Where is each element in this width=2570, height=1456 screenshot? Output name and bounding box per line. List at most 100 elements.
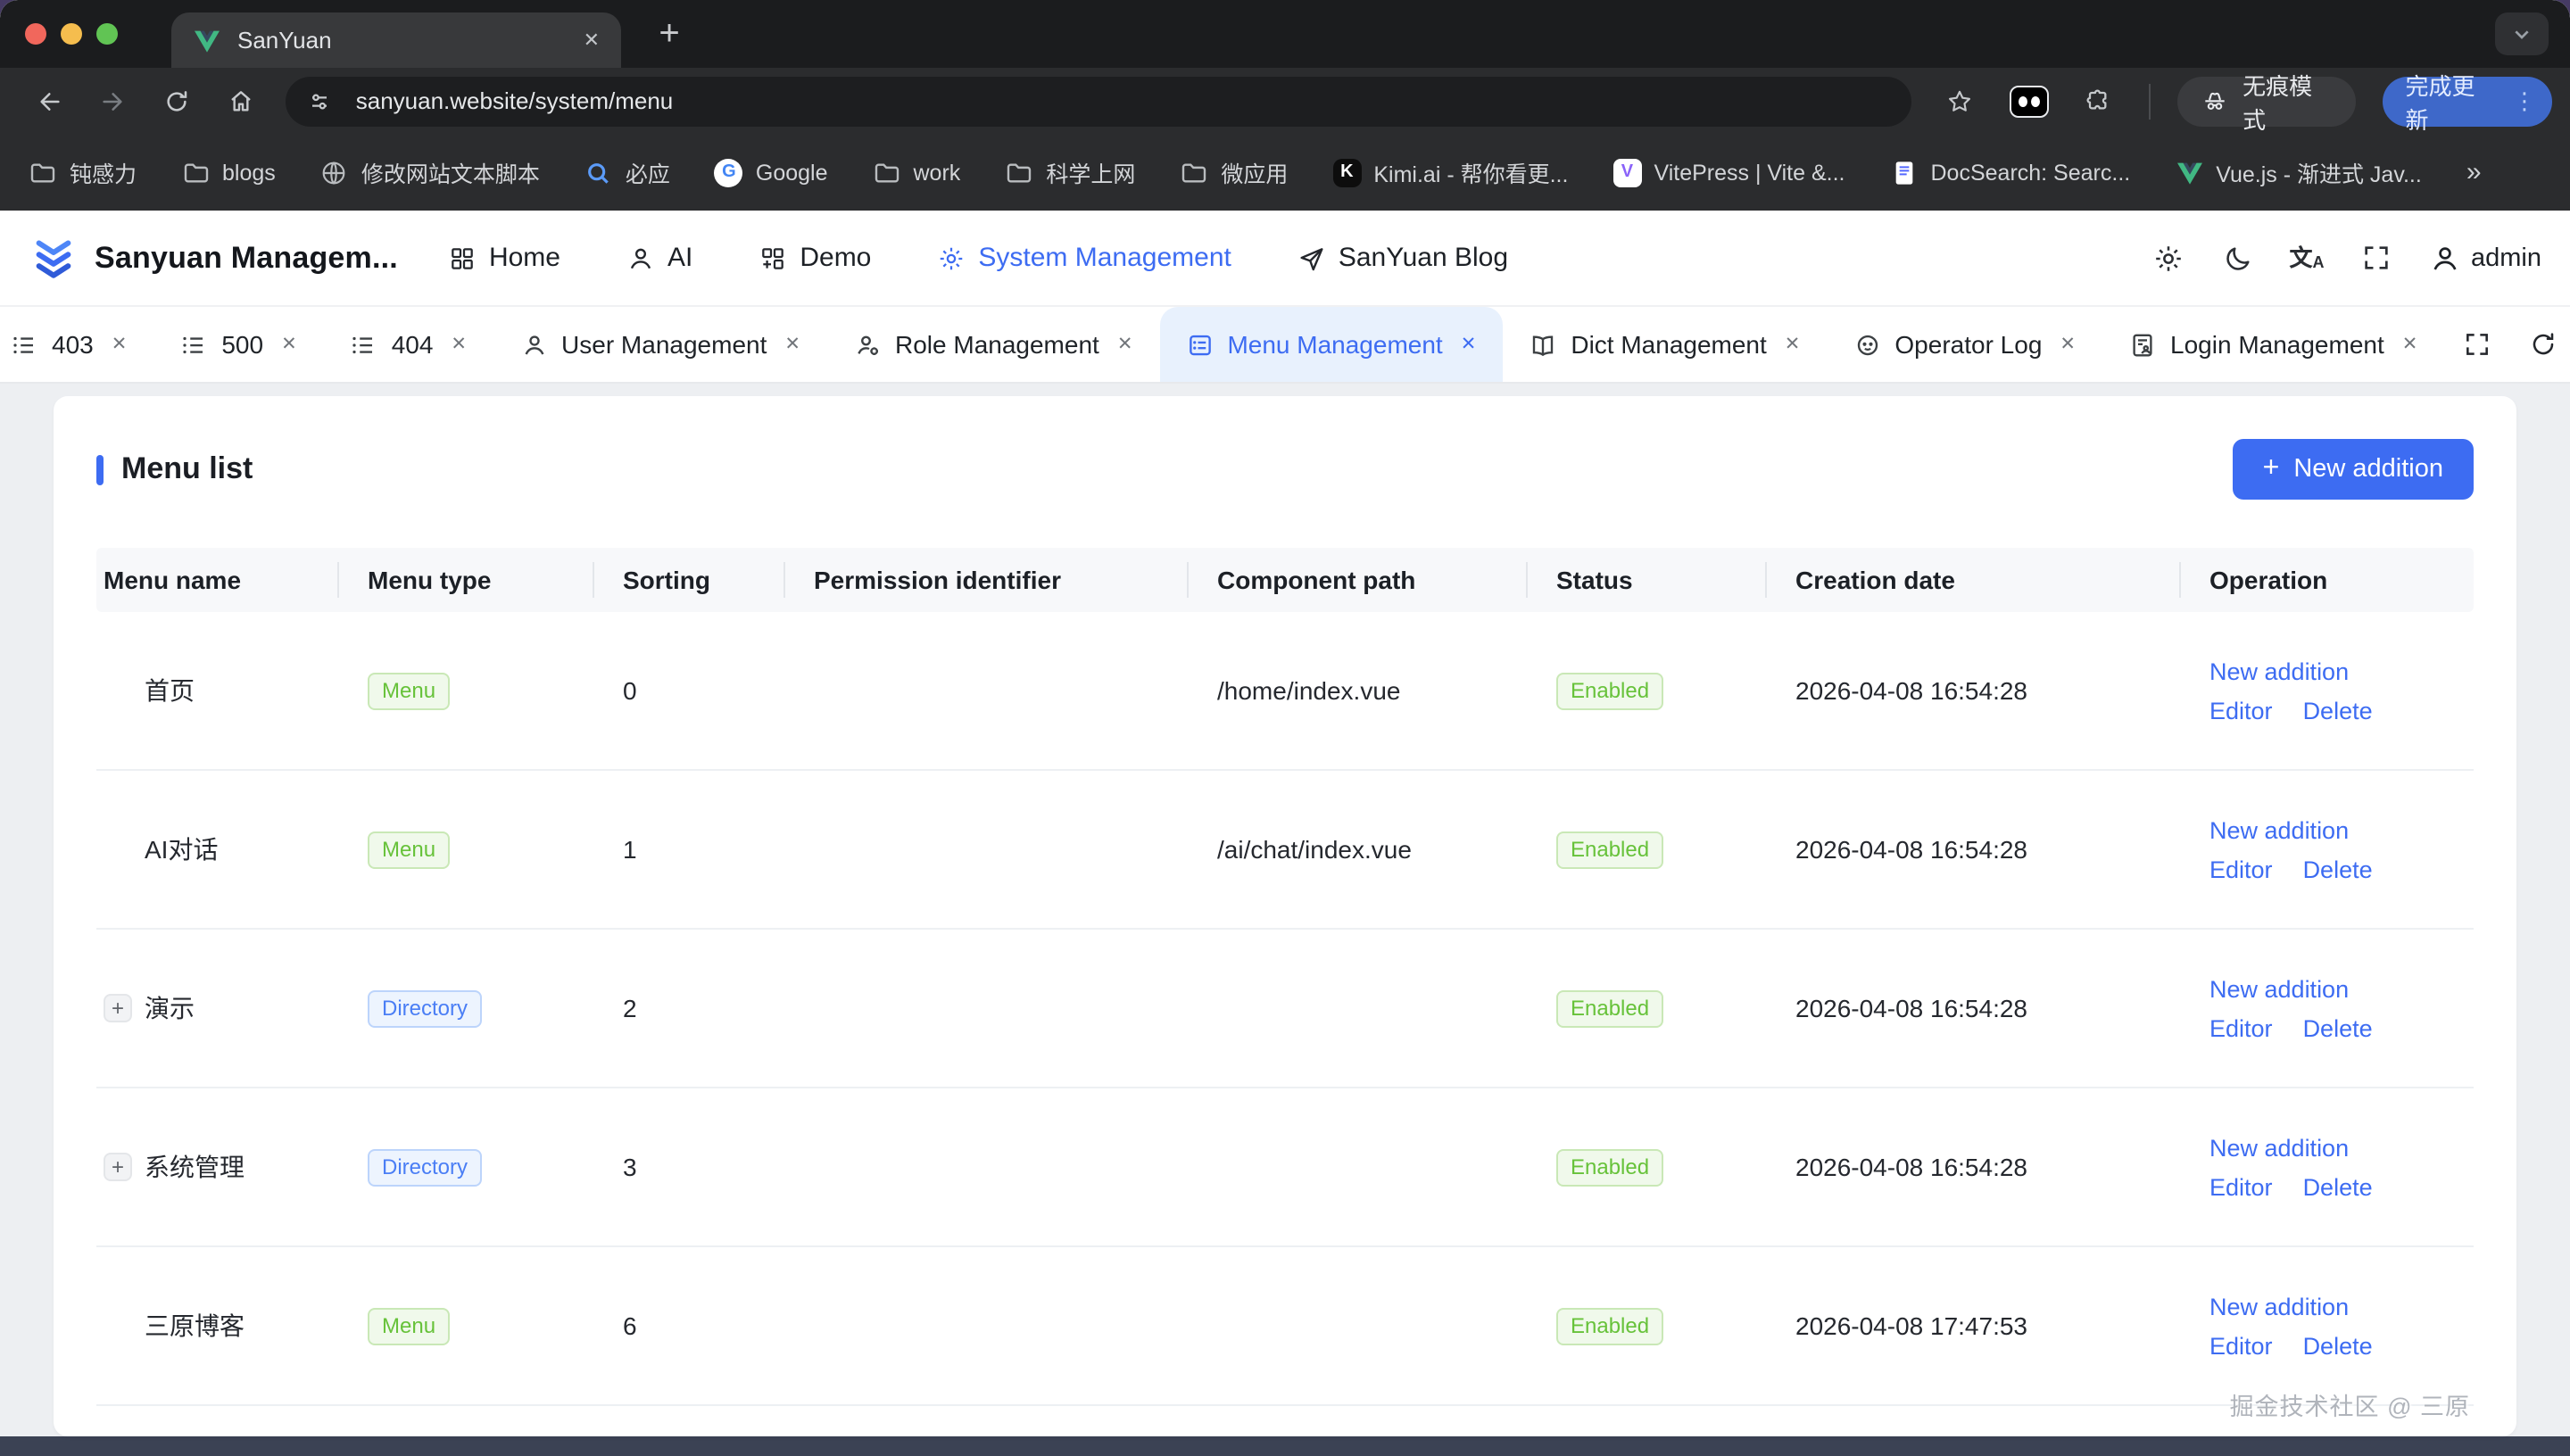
list-icon bbox=[351, 331, 377, 358]
minimize-window-button[interactable] bbox=[61, 23, 82, 45]
bookmark-folder[interactable]: 科学上网 bbox=[1005, 155, 1135, 189]
fullscreen-icon[interactable] bbox=[2359, 240, 2394, 276]
row-new-addition-link[interactable]: New addition bbox=[2209, 658, 2474, 684]
globe-icon bbox=[320, 158, 349, 186]
bookmark-item[interactable]: G Google bbox=[715, 158, 828, 186]
column-header: Menu name bbox=[96, 548, 339, 612]
translate-icon[interactable]: 文A bbox=[2289, 240, 2325, 276]
expand-row-button[interactable]: + bbox=[104, 994, 132, 1022]
bookmark-item[interactable]: DocSearch: Searc... bbox=[1890, 158, 2131, 186]
menu-name: 三原博客 bbox=[145, 1308, 245, 1344]
bookmark-item[interactable]: 必应 bbox=[584, 155, 670, 189]
close-tab-icon[interactable]: ✕ bbox=[784, 334, 800, 355]
row-editor-link[interactable]: Editor bbox=[2209, 1014, 2273, 1041]
close-window-button[interactable] bbox=[25, 23, 46, 45]
row-new-addition-link[interactable]: New addition bbox=[2209, 1293, 2474, 1320]
row-new-addition-link[interactable]: New addition bbox=[2209, 816, 2474, 843]
close-tab-icon[interactable]: ✕ bbox=[451, 334, 467, 355]
row-delete-link[interactable]: Delete bbox=[2303, 1332, 2373, 1359]
browser-tab-title: SanYuan bbox=[237, 27, 332, 54]
nav-demo[interactable]: Demo bbox=[759, 243, 871, 273]
nav-home[interactable]: Home bbox=[448, 243, 560, 273]
new-tab-button[interactable]: + bbox=[646, 11, 692, 57]
bookmarks-overflow-button[interactable]: » bbox=[2466, 157, 2482, 187]
tab-search-button[interactable] bbox=[2495, 12, 2549, 55]
close-tab-icon[interactable]: ✕ bbox=[1117, 334, 1133, 355]
home-button[interactable] bbox=[218, 78, 263, 124]
reload-button[interactable] bbox=[153, 78, 199, 124]
bookmark-item[interactable]: 修改网站文本脚本 bbox=[320, 155, 540, 189]
row-editor-link[interactable]: Editor bbox=[2209, 697, 2273, 724]
close-tab-icon[interactable]: ✕ bbox=[1461, 334, 1477, 355]
bookmark-item[interactable]: K Kimi.ai - 帮你看更... bbox=[1332, 155, 1568, 189]
row-new-addition-link[interactable]: New addition bbox=[2209, 975, 2474, 1002]
browser-tab[interactable]: SanYuan ✕ bbox=[171, 12, 621, 68]
kimi-icon: K bbox=[1332, 158, 1361, 186]
nav-system-management[interactable]: System Management bbox=[937, 243, 1231, 273]
bookmark-folder[interactable]: 微应用 bbox=[1180, 155, 1288, 189]
bookmark-star-icon[interactable] bbox=[1937, 78, 1983, 124]
watermark-text: 掘金技术社区 @ 三原 bbox=[2230, 1386, 2470, 1422]
tab-403[interactable]: 403✕ bbox=[0, 307, 153, 383]
refresh-page-icon[interactable] bbox=[2528, 330, 2557, 359]
tab-dict-management[interactable]: Dict Management✕ bbox=[1503, 307, 1827, 383]
row-delete-link[interactable]: Delete bbox=[2303, 1014, 2373, 1041]
row-delete-link[interactable]: Delete bbox=[2303, 1173, 2373, 1200]
bookmark-item[interactable]: V VitePress | Vite &... bbox=[1612, 158, 1845, 186]
settings-gear-icon[interactable] bbox=[2150, 240, 2185, 276]
page-tab-bar: 403✕ 500✕ 404✕ User Management✕ Role Man… bbox=[0, 307, 2570, 384]
nav-sanyuan-blog[interactable]: SanYuan Blog bbox=[1297, 243, 1508, 273]
tab-404[interactable]: 404✕ bbox=[324, 307, 493, 383]
forward-button[interactable] bbox=[90, 78, 136, 124]
column-header: Creation date bbox=[1767, 548, 2181, 612]
tab-operator-log[interactable]: Operator Log✕ bbox=[1827, 307, 2102, 383]
browser-menu-icon[interactable]: ⋮ bbox=[2513, 89, 2536, 112]
close-tab-icon[interactable]: ✕ bbox=[584, 29, 600, 52]
gear-icon bbox=[937, 244, 966, 272]
close-tab-icon[interactable]: ✕ bbox=[112, 334, 128, 355]
tab-menu-management[interactable]: Menu Management✕ bbox=[1159, 307, 1503, 383]
back-button[interactable] bbox=[27, 78, 72, 124]
site-settings-icon[interactable] bbox=[301, 81, 340, 120]
incognito-mode-badge[interactable]: 无痕模式 bbox=[2176, 76, 2355, 126]
username: admin bbox=[2471, 244, 2541, 272]
browser-toolbar: sanyuan.website/system/menu 无痕模式 完成更新 ⋮ bbox=[0, 68, 2570, 134]
status-badge: Enabled bbox=[1556, 831, 1663, 868]
update-browser-button[interactable]: 完成更新 ⋮ bbox=[2383, 76, 2552, 126]
main-nav: Home AI Demo System Management SanYuan B… bbox=[448, 243, 1508, 273]
row-editor-link[interactable]: Editor bbox=[2209, 856, 2273, 882]
docsearch-icon bbox=[1890, 158, 1919, 186]
incognito-profile-icon[interactable] bbox=[2009, 85, 2049, 117]
plus-icon: + bbox=[2263, 455, 2280, 484]
nav-ai[interactable]: AI bbox=[626, 243, 692, 273]
bookmark-folder[interactable]: 钝感力 bbox=[29, 155, 137, 189]
row-delete-link[interactable]: Delete bbox=[2303, 856, 2373, 882]
new-addition-button[interactable]: + New addition bbox=[2233, 439, 2474, 500]
row-editor-link[interactable]: Editor bbox=[2209, 1173, 2273, 1200]
row-new-addition-link[interactable]: New addition bbox=[2209, 1134, 2474, 1161]
row-editor-link[interactable]: Editor bbox=[2209, 1332, 2273, 1359]
tab-user-management[interactable]: User Management✕ bbox=[493, 307, 827, 383]
close-tab-icon[interactable]: ✕ bbox=[2402, 334, 2418, 355]
address-bar[interactable]: sanyuan.website/system/menu bbox=[286, 76, 1912, 126]
bookmark-folder[interactable]: work bbox=[873, 158, 961, 186]
close-tab-icon[interactable]: ✕ bbox=[281, 334, 297, 355]
dark-mode-moon-icon[interactable] bbox=[2219, 240, 2255, 276]
user-menu[interactable]: admin bbox=[2428, 242, 2541, 274]
search-icon bbox=[584, 158, 613, 186]
tab-500[interactable]: 500✕ bbox=[153, 307, 323, 383]
column-header: Permission identifier bbox=[785, 548, 1189, 612]
row-delete-link[interactable]: Delete bbox=[2303, 697, 2373, 724]
content-fullscreen-icon[interactable] bbox=[2462, 330, 2491, 359]
bookmark-item[interactable]: Vue.js - 渐进式 Jav... bbox=[2175, 155, 2422, 189]
expand-row-button[interactable]: + bbox=[104, 1153, 132, 1181]
close-tab-icon[interactable]: ✕ bbox=[2060, 334, 2076, 355]
tab-role-management[interactable]: Role Management✕ bbox=[827, 307, 1159, 383]
tab-login-management[interactable]: Login Management✕ bbox=[2102, 307, 2444, 383]
zoom-window-button[interactable] bbox=[96, 23, 118, 45]
extensions-icon[interactable] bbox=[2076, 78, 2121, 124]
update-label: 完成更新 bbox=[2406, 67, 2495, 135]
close-tab-icon[interactable]: ✕ bbox=[1785, 334, 1801, 355]
bookmark-folder[interactable]: blogs bbox=[181, 158, 276, 186]
bookmarks-bar: 钝感力 blogs 修改网站文本脚本 必应 G Google work 科学上网… bbox=[0, 134, 2570, 211]
